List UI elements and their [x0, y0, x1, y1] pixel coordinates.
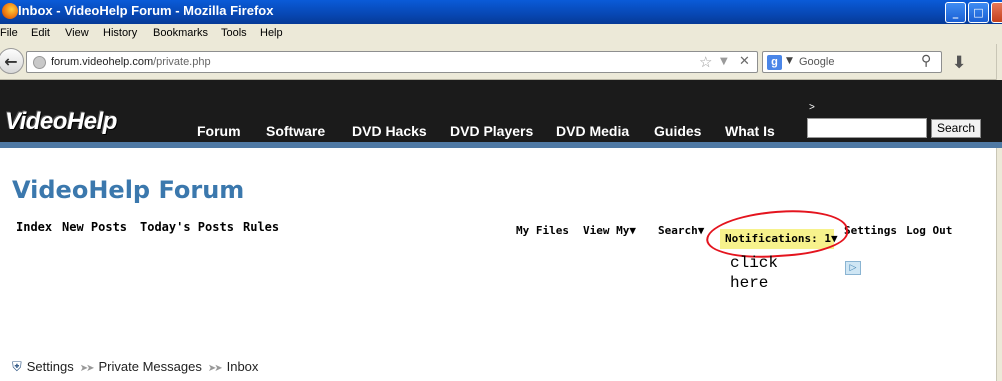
- breadcrumb: ⛨ Settings ➤➤ Private Messages ➤➤ Inbox: [12, 359, 258, 375]
- menu-tools[interactable]: Tools: [221, 27, 247, 39]
- link-my-files[interactable]: My Files: [516, 224, 569, 237]
- search-dropdown-icon: ▼: [697, 224, 705, 237]
- home-icon[interactable]: ⛨: [12, 359, 22, 375]
- window-title: Inbox - VideoHelp Forum - Mozilla Firefo…: [18, 3, 274, 18]
- menu-edit[interactable]: Edit: [31, 27, 50, 39]
- view-my-menu[interactable]: View My▼: [583, 224, 636, 237]
- globe-icon: [33, 56, 46, 69]
- menu-file[interactable]: File: [0, 27, 18, 39]
- address-bar[interactable]: forum.videohelp.com/private.php ☆ ▼ ✕: [26, 51, 758, 73]
- site-search-button[interactable]: Search: [931, 119, 981, 138]
- title-bar: Inbox - VideoHelp Forum - Mozilla Firefo…: [0, 0, 1002, 24]
- link-settings[interactable]: Settings: [844, 224, 897, 237]
- menu-bookmarks[interactable]: Bookmarks: [153, 27, 208, 39]
- nav-guides[interactable]: Guides: [654, 123, 701, 139]
- url-text[interactable]: forum.videohelp.com/private.php: [51, 56, 211, 68]
- link-todays-posts[interactable]: Today's Posts: [140, 220, 234, 234]
- back-button[interactable]: ←: [0, 48, 24, 74]
- site-logo[interactable]: VideoHelp: [5, 108, 117, 136]
- search-placeholder: Google: [799, 56, 835, 68]
- link-index[interactable]: Index: [16, 220, 52, 234]
- ad-choices-icon[interactable]: ▷: [845, 261, 861, 275]
- stop-icon[interactable]: ✕: [739, 54, 750, 69]
- maximize-button[interactable]: □: [968, 2, 989, 23]
- google-icon[interactable]: g: [767, 55, 782, 70]
- menu-view[interactable]: View: [65, 27, 89, 39]
- navigation-toolbar: ← forum.videohelp.com/private.php ☆ ▼ ✕ …: [0, 44, 1002, 80]
- firefox-icon: [2, 3, 18, 19]
- breadcrumb-separator-icon: ➤➤: [207, 363, 223, 374]
- menu-help[interactable]: Help: [260, 27, 283, 39]
- nav-software[interactable]: Software: [266, 123, 325, 139]
- link-rules[interactable]: Rules: [243, 220, 279, 234]
- url-dropdown-icon[interactable]: ▼: [720, 56, 728, 67]
- breadcrumb-settings[interactable]: Settings: [27, 359, 74, 374]
- breadcrumb-inbox: Inbox: [226, 359, 259, 374]
- bookmark-star-icon[interactable]: ☆: [699, 53, 712, 71]
- nav-dvd-media[interactable]: DVD Media: [556, 123, 629, 139]
- minimize-button[interactable]: _: [945, 2, 966, 23]
- browser-window: Inbox - VideoHelp Forum - Mozilla Firefo…: [0, 0, 1002, 381]
- search-icon[interactable]: ⚲: [921, 53, 931, 69]
- menu-bar: File Edit View History Bookmarks Tools H…: [0, 24, 1002, 44]
- download-icon[interactable]: ⬇: [952, 53, 966, 73]
- search-menu[interactable]: Search▼: [658, 224, 704, 237]
- site-search-input[interactable]: [807, 118, 927, 138]
- browser-search-bar[interactable]: g ▼ Google ⚲: [762, 51, 942, 73]
- breadcrumb-separator-icon: ➤➤: [79, 363, 95, 374]
- link-new-posts[interactable]: New Posts: [62, 220, 127, 234]
- nav-dvd-players[interactable]: DVD Players: [450, 123, 533, 139]
- annotation-text: click here: [730, 254, 779, 292]
- link-logout[interactable]: Log Out: [906, 224, 952, 237]
- nav-forum[interactable]: Forum: [197, 123, 241, 139]
- forum-title[interactable]: VideoHelp Forum: [12, 176, 244, 204]
- nav-what-is[interactable]: What Is: [725, 123, 775, 139]
- nav-dvd-hacks[interactable]: DVD Hacks: [352, 123, 427, 139]
- view-my-dropdown-icon: ▼: [629, 224, 636, 237]
- search-engine-dropdown-icon[interactable]: ▼: [786, 56, 793, 66]
- site-header: VideoHelp Forum Software DVD Hacks DVD P…: [0, 80, 1002, 148]
- search-caret: >: [809, 102, 815, 113]
- breadcrumb-private-messages[interactable]: Private Messages: [99, 359, 202, 374]
- close-button[interactable]: [991, 2, 1002, 23]
- menu-history[interactable]: History: [103, 27, 137, 39]
